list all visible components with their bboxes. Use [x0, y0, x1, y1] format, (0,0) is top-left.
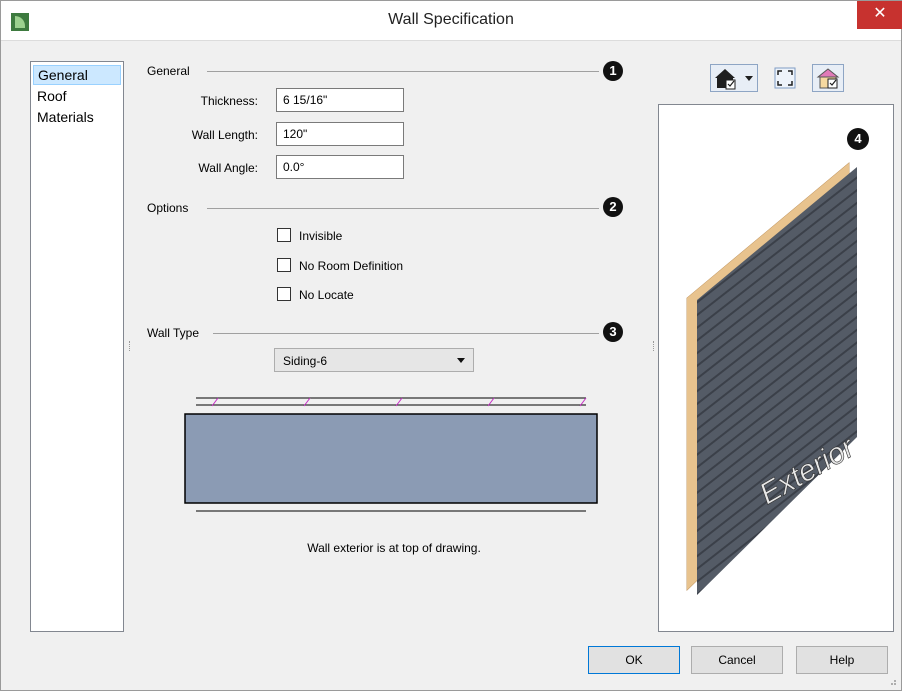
wall-length-field[interactable]: 120" — [276, 122, 404, 146]
no-room-definition-label: No Room Definition — [299, 259, 404, 273]
wall-core-layer — [184, 413, 598, 504]
3d-preview-pane[interactable]: 4 Exterior — [658, 104, 894, 632]
callout-badge-1: 1 — [603, 61, 623, 81]
general-heading: General — [147, 64, 190, 78]
no-locate-label: No Locate — [299, 288, 354, 302]
wall-3d-render: Exterior — [686, 162, 861, 595]
wall-type-selected-value: Siding-6 — [283, 354, 328, 368]
wall-type-diagram — [184, 397, 598, 512]
sidebar-item-roof[interactable]: Roof — [33, 86, 121, 106]
sidebar-item-materials[interactable]: Materials — [33, 107, 121, 127]
sidebar-item-general[interactable]: General — [33, 65, 121, 85]
callout-badge-3: 3 — [603, 322, 623, 342]
callout-badge-2: 2 — [603, 197, 623, 217]
wall-specification-dialog: Wall Specification ✕ General Roof Materi… — [0, 0, 902, 691]
fill-window-button[interactable] — [771, 64, 799, 92]
room-view-icon — [816, 68, 840, 89]
wall-type-heading: Wall Type — [147, 326, 200, 340]
close-button[interactable]: ✕ — [857, 1, 902, 29]
general-divider — [207, 71, 599, 72]
ok-button[interactable]: OK — [588, 646, 680, 674]
fit-to-window-icon — [774, 67, 796, 89]
left-splitter-grip[interactable] — [129, 341, 130, 351]
thickness-label: Thickness: — [200, 94, 258, 108]
room-view-button[interactable] — [812, 64, 844, 92]
wall-diagram-caption: Wall exterior is at top of drawing. — [307, 541, 481, 555]
help-button[interactable]: Help — [796, 646, 888, 674]
no-locate-checkbox[interactable] — [277, 287, 291, 301]
wall-angle-field[interactable]: 0.0° — [276, 155, 404, 179]
wall-type-select[interactable]: Siding-6 — [274, 348, 474, 372]
wall-angle-label: Wall Angle: — [198, 161, 258, 175]
invisible-checkbox[interactable] — [277, 228, 291, 242]
right-splitter-grip[interactable] — [653, 341, 654, 351]
resize-grip-icon[interactable] — [887, 676, 897, 686]
wall-type-divider — [213, 333, 599, 334]
thickness-field[interactable]: 6 15/16" — [276, 88, 404, 112]
cancel-button[interactable]: Cancel — [691, 646, 783, 674]
options-heading: Options — [147, 201, 189, 215]
invisible-label: Invisible — [299, 229, 343, 243]
chevron-down-icon — [457, 358, 465, 363]
title-bar: Wall Specification ✕ — [1, 1, 902, 41]
no-room-definition-checkbox[interactable] — [277, 258, 291, 272]
options-divider — [207, 208, 599, 209]
house-view-icon — [715, 69, 753, 90]
camera-view-dropdown-button[interactable] — [710, 64, 758, 92]
dialog-title: Wall Specification — [388, 11, 514, 28]
wall-length-label: Wall Length: — [191, 128, 258, 142]
category-list: General Roof Materials — [30, 61, 124, 632]
